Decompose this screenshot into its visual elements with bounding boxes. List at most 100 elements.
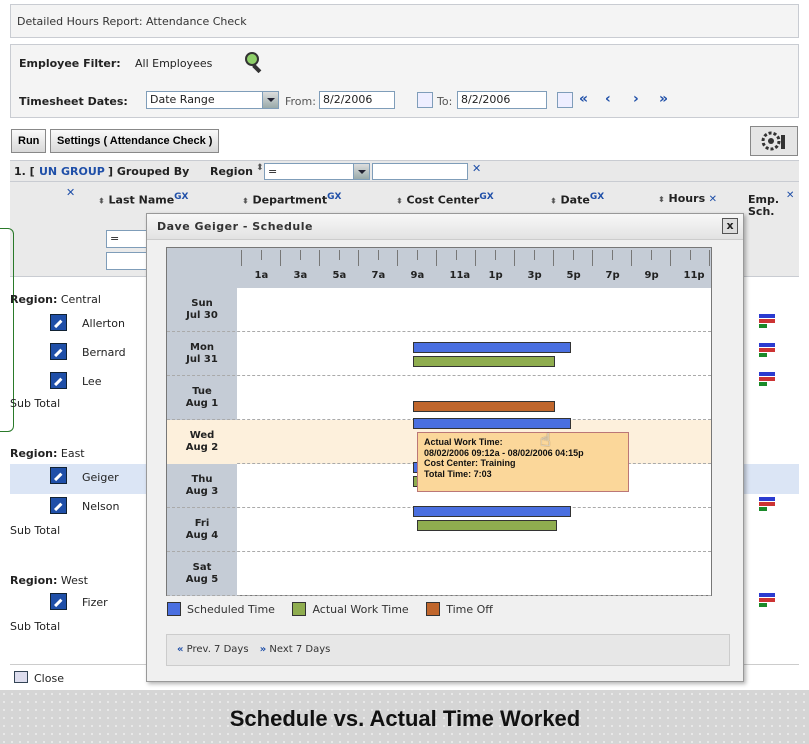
prev-period-button[interactable]: ‹: [605, 91, 611, 107]
region-name: West: [60, 574, 88, 587]
popup-nav: « Prev. 7 Days » Next 7 Days: [166, 634, 730, 666]
sub-total: Sub Total: [10, 524, 61, 537]
col-department-label: Department: [252, 193, 328, 207]
group-value-input[interactable]: [372, 163, 468, 180]
chevron-down-icon[interactable]: [262, 92, 278, 108]
col-department[interactable]: ⬍ DepartmentGX: [242, 192, 341, 207]
employee-search-icon[interactable]: [243, 51, 265, 74]
employee-name: Lee: [82, 375, 102, 388]
hour-tick: [611, 250, 613, 260]
schedule-icon[interactable]: [759, 372, 775, 388]
close-window-icon[interactable]: [14, 671, 28, 683]
hour-tick: [631, 250, 632, 266]
time-off-bar[interactable]: [413, 401, 555, 412]
employee-filter-label: Employee Filter:: [19, 57, 121, 70]
close-icon[interactable]: ✕: [472, 162, 481, 175]
tooltip-cost-center: Cost Center: Training: [424, 458, 516, 468]
group-suffix: ] Grouped By: [108, 165, 190, 178]
close-link[interactable]: Close: [34, 672, 64, 685]
schedule-icon[interactable]: [759, 593, 775, 609]
scheduled-bar[interactable]: [413, 342, 571, 353]
actual-bar[interactable]: [413, 356, 555, 367]
last-period-button[interactable]: »: [659, 91, 668, 107]
time-header: 1a 3a 5a 7a 9a 11a 1p 3p 5p 7p 9p 11p: [167, 248, 711, 288]
to-date-input[interactable]: 8/2/2006: [457, 91, 547, 109]
group-operator-select[interactable]: =: [264, 163, 370, 180]
tooltip-total: Total Time: 7:03: [424, 468, 492, 479]
popup-close-button[interactable]: x: [722, 218, 738, 234]
to-date-value: 8/2/2006: [461, 93, 511, 106]
col-last-name[interactable]: ⬍ Last NameGX: [98, 192, 189, 207]
hour-tick: [436, 250, 437, 266]
employee-name: Bernard: [82, 346, 126, 359]
next-7-days-link[interactable]: Next 7 Days: [269, 644, 330, 655]
col-cost-center[interactable]: ⬍ Cost CenterGX: [396, 192, 494, 207]
close-icon[interactable]: ✕: [786, 190, 794, 201]
prev-7-days-link[interactable]: Prev. 7 Days: [187, 644, 249, 655]
group-header: 1. [ UN GROUP ] Grouped By Region ⬍ = ✕: [10, 160, 799, 182]
gx-icon[interactable]: GX: [327, 192, 341, 202]
day-label: Thu Aug 3: [185, 474, 219, 497]
hour-tick: [280, 250, 281, 266]
next-period-button[interactable]: ›: [633, 91, 639, 107]
gx-icon[interactable]: GX: [174, 192, 188, 202]
hour-label: 11p: [683, 270, 705, 281]
first-period-button[interactable]: «: [579, 91, 588, 107]
legend-label-actual: Actual Work Time: [312, 602, 409, 616]
edit-icon[interactable]: [50, 593, 67, 610]
region-label: Region:: [10, 447, 58, 460]
calendar-icon[interactable]: [557, 92, 573, 108]
scheduled-bar[interactable]: [413, 418, 571, 429]
chevron-down-icon[interactable]: [353, 164, 369, 179]
from-date-value: 8/2/2006: [323, 93, 373, 106]
hour-tick: [689, 250, 691, 260]
edit-icon[interactable]: [50, 467, 67, 484]
hour-tick: [319, 250, 320, 266]
work-time-tooltip: Actual Work Time: 08/02/2006 09:12a - 08…: [417, 432, 629, 492]
day-row: Sun Jul 30: [167, 288, 711, 332]
legend-swatch-scheduled: [167, 602, 181, 616]
col-date[interactable]: ⬍ DateGX: [550, 192, 604, 207]
from-date-input[interactable]: 8/2/2006: [319, 91, 395, 109]
scheduled-bar[interactable]: [413, 506, 571, 517]
hour-tick: [358, 250, 359, 266]
next-7-days-icon[interactable]: »: [260, 644, 266, 655]
date-range-select[interactable]: Date Range: [146, 91, 279, 109]
day-label: Sun Jul 30: [186, 298, 218, 321]
run-button[interactable]: Run: [11, 129, 47, 153]
settings-button[interactable]: Settings ( Attendance Check ): [50, 129, 220, 153]
schedule-icon[interactable]: [759, 497, 775, 513]
edit-icon[interactable]: [50, 314, 67, 331]
hour-tick: [475, 250, 476, 266]
group-field: Region: [210, 165, 253, 178]
group-operator-value: =: [268, 165, 278, 178]
legend-swatch-actual: [292, 602, 307, 616]
edit-icon[interactable]: [50, 372, 67, 389]
legend-label-scheduled: Scheduled Time: [187, 602, 275, 616]
legend-label-timeoff: Time Off: [446, 602, 493, 616]
ungroup-link[interactable]: UN GROUP: [39, 165, 105, 178]
col-hours[interactable]: ⬍ Hours ✕: [658, 192, 717, 205]
calendar-icon[interactable]: [417, 92, 433, 108]
legend-swatch-timeoff: [426, 602, 441, 616]
region-west-header: Region: West: [10, 574, 88, 587]
schedule-icon[interactable]: [759, 343, 775, 359]
hour-tick: [592, 250, 593, 266]
gx-icon[interactable]: GX: [479, 192, 493, 202]
col-emp-sch[interactable]: Emp. Sch.: [748, 194, 788, 218]
hour-tick: [572, 250, 574, 260]
schedule-icon[interactable]: [759, 314, 775, 330]
prev-7-days-icon[interactable]: «: [177, 644, 183, 655]
employee-filter-value: All Employees: [135, 57, 213, 70]
hour-tick: [377, 250, 379, 260]
gx-icon[interactable]: GX: [590, 192, 604, 202]
close-icon[interactable]: ✕: [66, 186, 75, 199]
sub-total: Sub Total: [10, 397, 61, 410]
actual-bar[interactable]: [417, 520, 557, 531]
banner-caption: Schedule vs. Actual Time Worked: [229, 706, 581, 731]
day-label: Sat Aug 5: [185, 562, 219, 585]
edit-icon[interactable]: [50, 343, 67, 360]
sort-icon[interactable]: ⬍: [256, 163, 264, 173]
gear-icon[interactable]: [750, 126, 798, 156]
edit-icon[interactable]: [50, 497, 67, 514]
